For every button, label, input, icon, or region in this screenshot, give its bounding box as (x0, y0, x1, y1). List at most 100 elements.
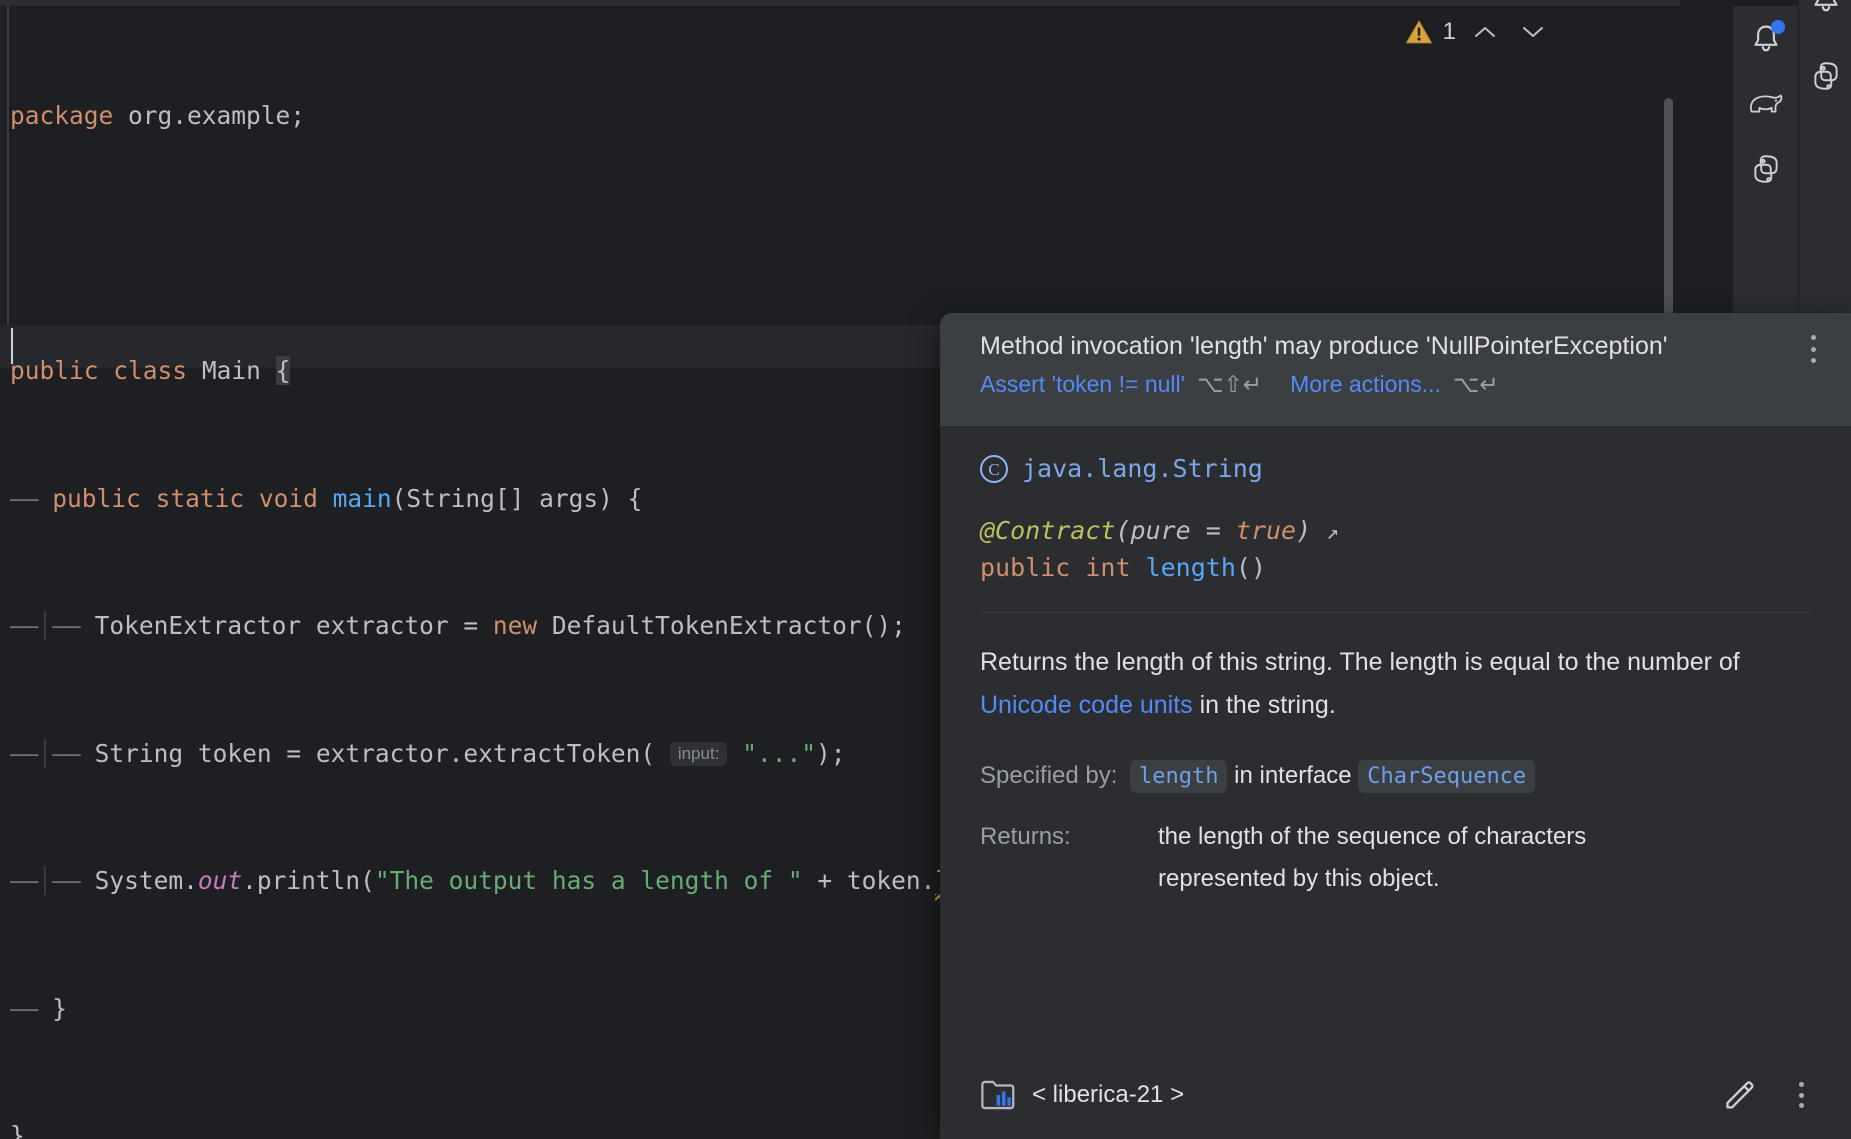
documentation-body[interactable]: C java.lang.String @Contract(pure = true… (940, 426, 1851, 1051)
gutter-edge (7, 6, 9, 366)
inspection-message: Method invocation 'length' may produce '… (980, 332, 1668, 360)
inspection-widget[interactable]: 1 (1405, 12, 1552, 52)
more-actions-label: More actions... (1290, 371, 1441, 397)
warning-count: 1 (1442, 18, 1456, 45)
token-string-arg: "..." (742, 738, 816, 768)
specified-by-row: Specified by: length in interface CharSe… (980, 755, 1811, 798)
quickfix-assert-action[interactable]: Assert 'token != null' ⌥⇧↵ (980, 371, 1262, 398)
class-icon: C (980, 454, 1008, 483)
space-1 (99, 356, 114, 385)
library-label[interactable]: < liberica-21 > (1032, 1081, 1184, 1109)
fold-marker-3[interactable]: —— (52, 611, 80, 640)
code-line-1: package org.example; (10, 95, 1083, 138)
space-3 (261, 356, 276, 385)
python-button-far[interactable] (1799, 43, 1851, 108)
kebab-dot-3 (1810, 358, 1816, 363)
returns-value: the length of the sequence of characters… (1158, 823, 1587, 892)
gradle-button[interactable] (1733, 71, 1798, 136)
specified-by-method-chip[interactable]: length (1130, 760, 1228, 793)
token-keyword-void: void (258, 483, 318, 513)
annotation-param: pure (1130, 516, 1191, 545)
fold-marker-7[interactable]: —— (52, 866, 80, 895)
token-sysout-println: .println( (242, 866, 375, 895)
indent-guide-2: │ (37, 738, 53, 768)
code-line-7: ——│—— System.out.println("The output has… (10, 860, 1083, 903)
popup-options-button[interactable] (1801, 335, 1825, 363)
annotation-value: true (1235, 516, 1297, 545)
token-decl-extractor: TokenExtractor extractor = (94, 611, 493, 640)
inspection-documentation-popup[interactable]: Method invocation 'length' may produce '… (940, 313, 1851, 1139)
returns-row: Returns: the length of the sequence of c… (980, 816, 1811, 900)
footer-kebab-dot-3 (1798, 1103, 1804, 1108)
annotation-paren-open: ( (1115, 516, 1131, 545)
owning-class-line: C java.lang.String (980, 454, 1811, 483)
edit-source-button[interactable] (1715, 1071, 1763, 1119)
chevron-down-icon (1523, 27, 1543, 37)
token-keyword-static: static (155, 483, 245, 513)
quickfix-assert-label: Assert 'token != null' (980, 371, 1186, 397)
footer-kebab-dot-1 (1798, 1082, 1804, 1087)
library-folder-icon (981, 1080, 1015, 1110)
fold-marker-5[interactable]: —— (52, 739, 80, 768)
quickfix-assert-shortcut: ⌥⇧↵ (1197, 372, 1263, 398)
annotation-paren-close: ) (1296, 516, 1312, 545)
space-5 (141, 484, 156, 513)
more-actions-action[interactable]: More actions... ⌥↵ (1290, 371, 1499, 398)
python-icon (1813, 61, 1838, 90)
code-line-3: public class Main { (10, 350, 1083, 393)
code-line-5: ——│—— TokenExtractor extractor = new Def… (10, 605, 1083, 648)
code-line-4: —— public static void main(String[] args… (10, 478, 1083, 521)
python-packages-button[interactable] (1733, 136, 1798, 201)
ide-window: package org.example; public class Main {… (0, 0, 1851, 1139)
space-11 (80, 866, 95, 895)
doc-description-after-link: in the string. (1192, 691, 1336, 719)
owning-class-name[interactable]: java.lang.String (1022, 454, 1263, 483)
fold-marker-6[interactable]: —— (10, 866, 38, 895)
source-code[interactable]: package org.example; public class Main {… (10, 10, 1083, 1139)
code-line-9: } (10, 1115, 1083, 1139)
specified-by-label: Specified by: (980, 762, 1118, 789)
unicode-code-units-link[interactable]: Unicode code units (980, 691, 1193, 719)
more-actions-shortcut: ⌥↵ (1452, 372, 1499, 398)
code-line-8: —— } (10, 988, 1083, 1031)
fold-marker-4[interactable]: —— (10, 739, 38, 768)
kebab-dot-2 (1810, 346, 1816, 352)
annotation-equals: = (1190, 516, 1236, 545)
notification-badge-dot (1771, 20, 1785, 34)
token-ctor-call: DefaultTokenExtractor(); (537, 611, 906, 640)
notifications-button-far[interactable] (1799, 0, 1851, 31)
fold-marker-8[interactable]: —— (10, 994, 38, 1023)
token-brace-open: { (275, 356, 291, 385)
parameter-hint-input[interactable]: input: (669, 741, 728, 766)
next-problem-button[interactable] (1514, 13, 1552, 51)
token-class-name: Main (201, 356, 261, 385)
space-8 (80, 611, 95, 640)
doc-divider (980, 612, 1811, 613)
space-9 (80, 739, 95, 768)
annotation-line: @Contract(pure = true) ↗ (980, 513, 1811, 550)
specified-by-value: length in interface CharSequence (1130, 755, 1811, 798)
space-12 (38, 994, 53, 1023)
fold-marker-1[interactable]: —— (10, 484, 38, 513)
bell-icon (1813, 0, 1838, 11)
signature-line: public int length() (980, 550, 1811, 586)
editor-top-strip (0, 0, 1680, 6)
elephant-icon (1749, 94, 1782, 113)
token-method-main: main (332, 483, 392, 513)
doc-description: Returns the length of this string. The l… (980, 641, 1811, 727)
python-icon (1753, 154, 1778, 183)
pencil-icon (1726, 1081, 1754, 1109)
fold-marker-2[interactable]: —— (10, 611, 38, 640)
footer-more-options-button[interactable] (1777, 1071, 1825, 1119)
external-annotation-link-icon[interactable]: ↗ (1326, 520, 1339, 544)
token-sysout-field: out (197, 866, 243, 895)
notifications-button[interactable] (1733, 6, 1798, 71)
signature-method-name: length (1145, 553, 1236, 582)
specified-by-interface-chip[interactable]: CharSequence (1358, 760, 1536, 793)
signature-return-type: int (1070, 553, 1146, 582)
token-sysout-plus: + token. (802, 866, 936, 895)
token-package-name: org.example; (113, 101, 306, 130)
token-decl-token: String token = extractor.extractToken( (94, 738, 670, 768)
previous-problem-button[interactable] (1466, 13, 1504, 51)
